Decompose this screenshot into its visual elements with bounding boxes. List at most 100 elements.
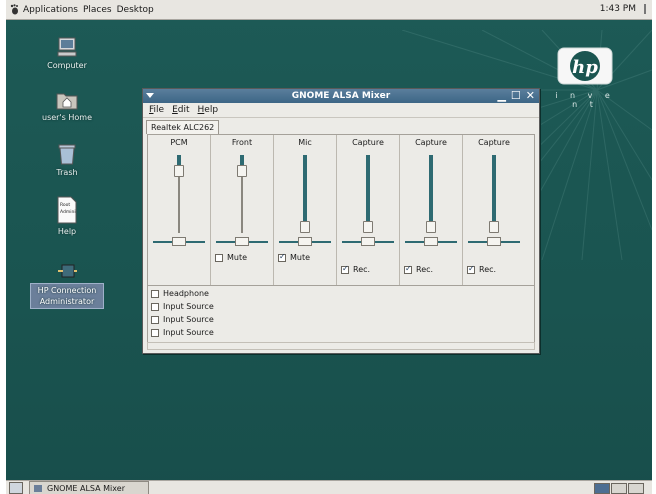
minimize-icon[interactable]: ▁ [497,89,505,103]
menu-edit[interactable]: Edit [172,105,189,115]
checkbox-box[interactable] [151,302,159,311]
balance-slider[interactable] [216,237,268,246]
top-panel: Applications Places Desktop 1:43 PM [6,0,652,20]
checkbox-box[interactable] [151,328,159,337]
option-label: Headphone [163,289,209,298]
balance-thumb[interactable] [487,237,501,246]
balance-thumb[interactable] [235,237,249,246]
balance-thumb[interactable] [172,237,186,246]
window-titlebar[interactable]: GNOME ALSA Mixer ▁ ☐ ✕ [143,89,539,103]
volume-thumb[interactable] [489,221,499,233]
volume-thumb[interactable] [237,164,247,177]
checkbox-box[interactable] [467,264,475,274]
volume-fill [240,155,244,165]
tab-realtek[interactable]: Realtek ALC262 [146,120,220,134]
clock[interactable]: 1:43 PM [600,4,636,14]
volume-slider[interactable] [174,155,184,233]
checkbox-label: Rec. [353,265,371,274]
menu-help[interactable]: Help [198,105,219,115]
workspace-3[interactable] [628,483,644,494]
record-checkbox[interactable]: Rec. [467,264,497,274]
record-checkbox[interactable]: Rec. [341,264,371,274]
checkbox-box[interactable] [151,315,159,324]
balance-slider[interactable] [153,237,205,246]
volume-thumb[interactable] [426,221,436,233]
volume-fill [177,155,181,165]
checkbox-label: Rec. [479,265,497,274]
option-label: Input Source [163,328,214,337]
desktop-icon-computer[interactable]: Computer [32,36,102,70]
volume-thumb[interactable] [174,164,184,177]
desktop-icon-label: Computer [47,61,87,70]
volume-slider[interactable] [426,155,436,233]
desktop-icon-hp-connection-administrator[interactable]: HP Connection Administrator [30,262,104,309]
record-checkbox[interactable]: Rec. [404,264,433,274]
balance-slider[interactable] [468,237,520,246]
mute-checkbox[interactable]: Mute [215,253,247,262]
taskbar-window-button[interactable]: GNOME ALSA Mixer [29,481,149,494]
volume-thumb[interactable] [300,221,310,233]
desktop-icon-label: user's Home [42,113,92,122]
applications-menu[interactable]: Applications [23,5,78,15]
help-document-icon: Root Admini [57,196,77,224]
balance-thumb[interactable] [298,237,312,246]
channel-name: Capture [415,138,447,147]
option-input-source[interactable]: Input Source [151,302,214,311]
volume-slider[interactable] [237,155,247,233]
balance-slider[interactable] [405,237,457,246]
channel-capture-3: Capture Rec. [463,135,525,285]
channel-capture-2: Capture Rec. [400,135,463,285]
gnome-foot-icon[interactable] [10,4,19,15]
window-icon [34,484,42,492]
workspace-2[interactable] [611,483,627,494]
option-label: Input Source [163,315,214,324]
close-icon[interactable]: ✕ [526,89,535,103]
desktop-icon-label: HP Connection Administrator [30,283,104,309]
desktop-icon-home[interactable]: user's Home [32,90,102,122]
workspace-1[interactable] [594,483,610,494]
channel-name: PCM [170,138,188,147]
volume-slider[interactable] [489,155,499,233]
channel-pcm: PCM [148,135,211,285]
menu-file[interactable]: File [149,105,164,115]
desktop-icon-trash[interactable]: Trash [32,143,102,177]
option-headphone[interactable]: Headphone [151,289,209,298]
balance-slider[interactable] [342,237,394,246]
trash-icon [58,144,76,165]
hp-tagline: i n v e n t [555,91,615,109]
mute-checkbox[interactable]: Mute [278,252,311,262]
volume-fill [429,155,433,221]
show-desktop-icon[interactable] [9,482,23,494]
maximize-icon[interactable]: ☐ [511,89,521,103]
device-tabs: Realtek ALC262 [143,118,539,134]
balance-thumb[interactable] [361,237,375,246]
checkbox-box[interactable] [404,264,412,274]
checkbox-box[interactable] [215,253,223,262]
window-controls: ▁ ☐ ✕ [497,89,535,103]
volume-slider[interactable] [363,155,373,233]
alsa-mixer-window[interactable]: GNOME ALSA Mixer ▁ ☐ ✕ File Edit Help Re… [142,88,540,354]
checkbox-box[interactable] [341,264,349,274]
places-menu[interactable]: Places [83,5,112,15]
channel-front: Front Mute [211,135,274,285]
desktop-menu[interactable]: Desktop [117,5,154,15]
desktop-icon-help[interactable]: Root Admini Help [32,196,102,236]
desktop-icon-label: Help [57,227,77,236]
balance-slider[interactable] [279,237,331,246]
option-label: Input Source [163,302,214,311]
volume-fill [366,155,370,221]
switch-options: Headphone Input Source Input Source Inpu… [147,286,535,343]
channel-name: Front [231,138,253,147]
checkbox-box[interactable] [278,252,286,262]
option-input-source[interactable]: Input Source [151,315,214,324]
checkbox-label: Mute [290,253,311,262]
connection-admin-icon [58,264,77,278]
hp-logo: hp i n v e n t [554,46,616,109]
volume-slider[interactable] [300,155,310,233]
checkbox-box[interactable] [151,289,159,298]
balance-thumb[interactable] [424,237,438,246]
mixer-panel: PCM Front Mute Mic ✓ Mute Capture ✓ Rec.… [147,134,535,286]
volume-thumb[interactable] [363,221,373,233]
panel-handle [644,4,646,14]
option-input-source[interactable]: Input Source [151,328,214,337]
